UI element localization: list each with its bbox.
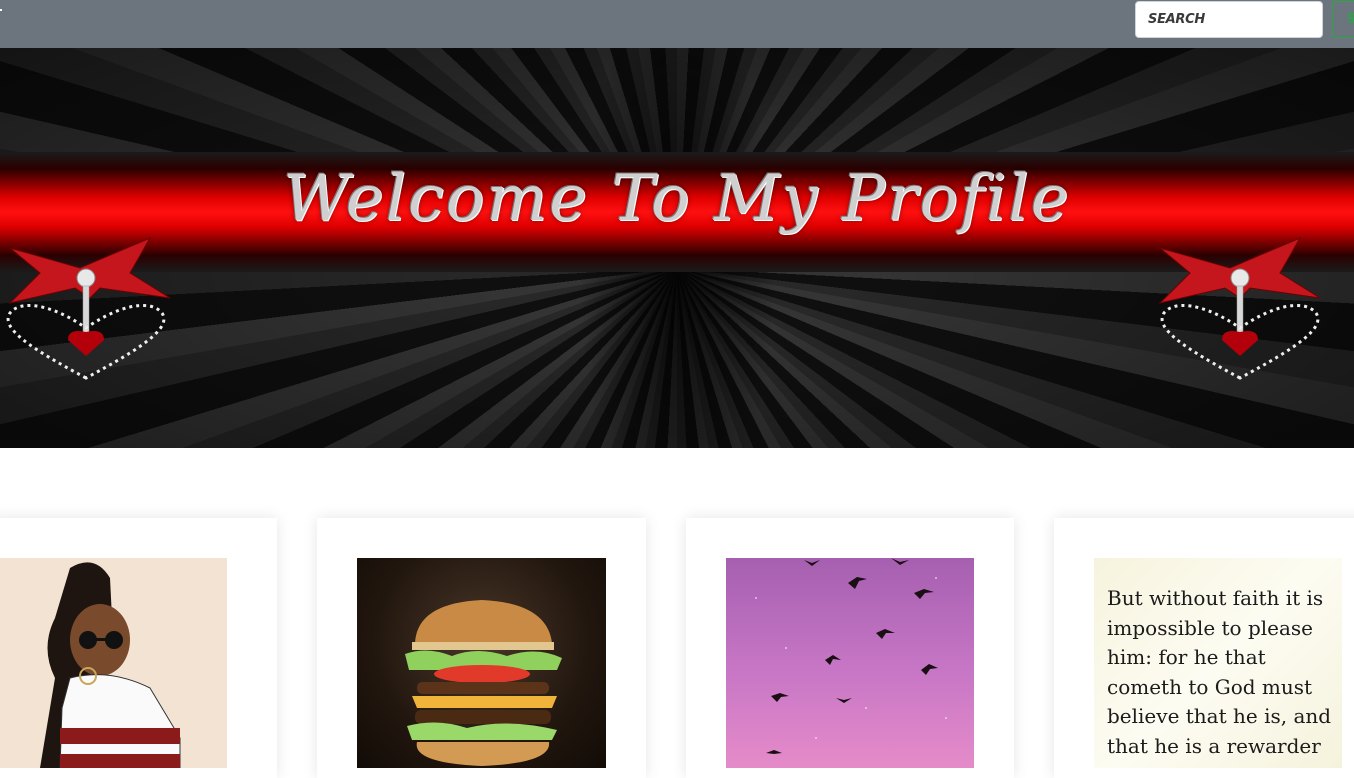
heart-pendant-icon (1158, 236, 1321, 380)
bible-quote-text: But without faith it is impossible to pl… (1107, 586, 1332, 758)
top-navbar: Search (0, 0, 1354, 48)
girl-illustration-image[interactable] (0, 558, 227, 768)
profile-banner: Welcome To My Profile (0, 48, 1354, 448)
search-button[interactable]: Search (1332, 1, 1354, 38)
post-card[interactable] (686, 518, 1014, 778)
post-card[interactable] (0, 518, 277, 778)
search-input[interactable] (1135, 1, 1323, 38)
heart-pendant-icon (6, 236, 171, 380)
post-card[interactable]: But without faith it is impossible to pl… (1054, 518, 1354, 778)
burger-photo-image[interactable] (357, 558, 606, 768)
nav-brand-fragment[interactable] (0, 9, 2, 11)
banner-title: Welcome To My Profile (283, 162, 1071, 236)
bible-quote-image[interactable]: But without faith it is impossible to pl… (1094, 558, 1342, 768)
post-card[interactable] (317, 518, 646, 778)
birds-sky-image[interactable] (726, 558, 974, 768)
